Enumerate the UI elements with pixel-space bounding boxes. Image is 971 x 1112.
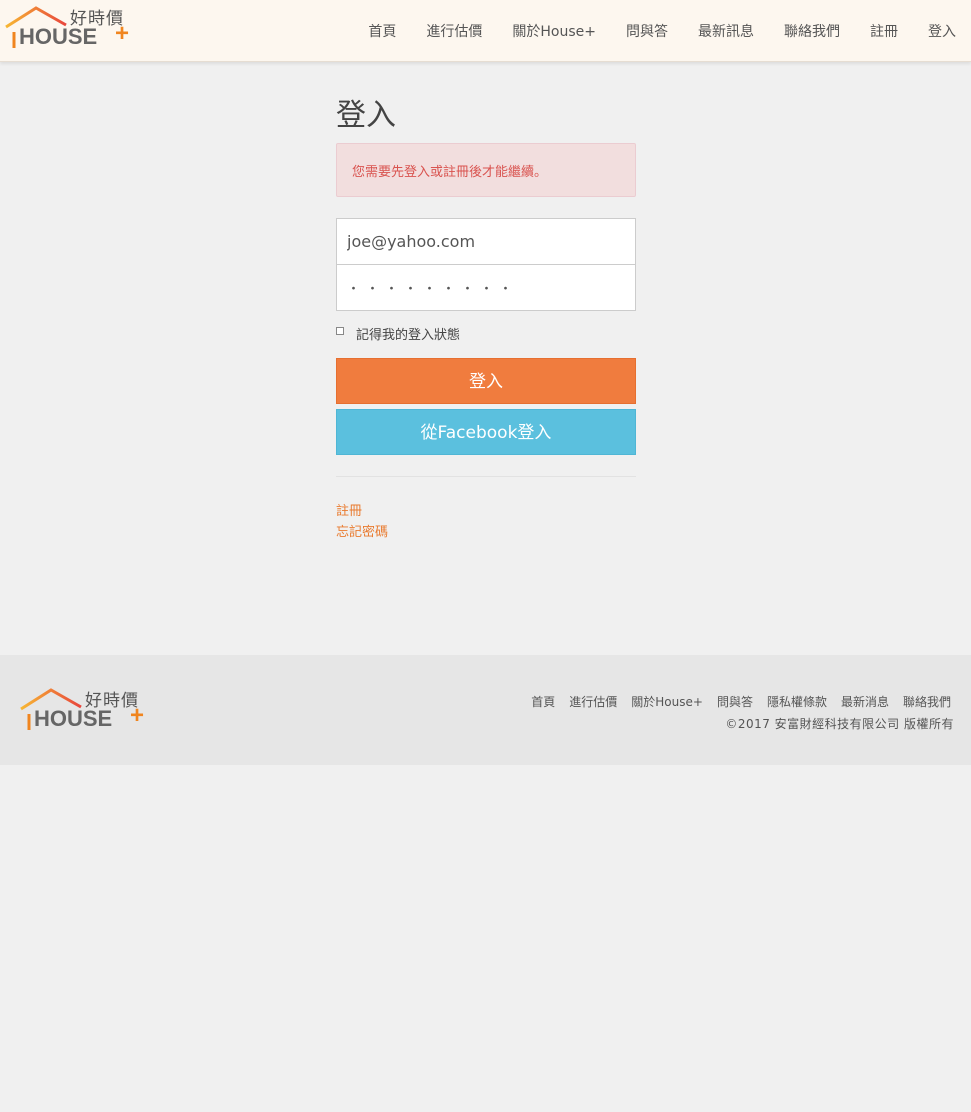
password-input[interactable] (336, 264, 636, 311)
email-input[interactable] (336, 218, 636, 265)
remember-me[interactable]: 記得我的登入狀態 (336, 323, 636, 343)
footer-link-news[interactable]: 最新消息 (841, 693, 889, 710)
remember-me-checkbox[interactable] (336, 327, 344, 335)
login-required-alert: 您需要先登入或註冊後才能繼續。 (336, 143, 636, 197)
site-logo[interactable]: 好時價 HOUSE + (4, 5, 134, 51)
nav-login[interactable]: 登入 (928, 21, 956, 41)
nav-contact[interactable]: 聯絡我們 (784, 21, 840, 41)
footer-logo-plus: + (130, 702, 145, 729)
footer-link-faq[interactable]: 問與答 (717, 693, 753, 710)
footer-link-valuation[interactable]: 進行估價 (569, 693, 617, 710)
copyright: ©2017 安富財經科技有限公司 版權所有 (725, 717, 954, 731)
nav-home[interactable]: 首頁 (368, 21, 396, 41)
remember-me-label: 記得我的登入狀態 (356, 327, 461, 343)
footer-link-home[interactable]: 首頁 (531, 693, 555, 710)
logo-text-en: HOUSE (19, 24, 98, 49)
main-nav: 首頁 進行估價 關於House+ 問與答 最新訊息 聯絡我們 註冊 登入 (338, 0, 956, 62)
footer-link-privacy[interactable]: 隱私權條款 (767, 693, 827, 710)
forgot-password-link[interactable]: 忘記密碼 (336, 522, 636, 543)
facebook-login-button[interactable]: 從Facebook登入 (336, 409, 636, 455)
nav-about[interactable]: 關於House+ (512, 21, 596, 41)
footer-logo-text-en: HOUSE (34, 706, 113, 731)
nav-valuation[interactable]: 進行估價 (426, 21, 482, 41)
logo-plus: + (115, 20, 130, 47)
footer-link-about[interactable]: 關於House+ (631, 693, 703, 710)
nav-faq[interactable]: 問與答 (626, 21, 668, 41)
footer-link-contact[interactable]: 聯絡我們 (903, 693, 951, 710)
register-link[interactable]: 註冊 (336, 501, 636, 522)
nav-news[interactable]: 最新訊息 (698, 21, 754, 41)
site-footer: 好時價 HOUSE + 首頁 進行估價 關於House+ 問與答 隱私權條款 最… (0, 655, 971, 765)
top-navbar: 好時價 HOUSE + 首頁 進行估價 關於House+ 問與答 最新訊息 聯絡… (0, 0, 971, 62)
page-title: 登入 (336, 98, 396, 133)
divider (336, 476, 636, 477)
nav-register[interactable]: 註冊 (870, 21, 898, 41)
login-panel: 登入 您需要先登入或註冊後才能繼續。 記得我的登入狀態 登入 從Facebook… (336, 96, 636, 543)
login-button[interactable]: 登入 (336, 358, 636, 404)
footer-logo[interactable]: 好時價 HOUSE + (19, 687, 149, 733)
auth-links: 註冊 忘記密碼 (336, 501, 636, 543)
footer-nav: 首頁 進行估價 關於House+ 問與答 隱私權條款 最新消息 聯絡我們 (517, 693, 951, 710)
